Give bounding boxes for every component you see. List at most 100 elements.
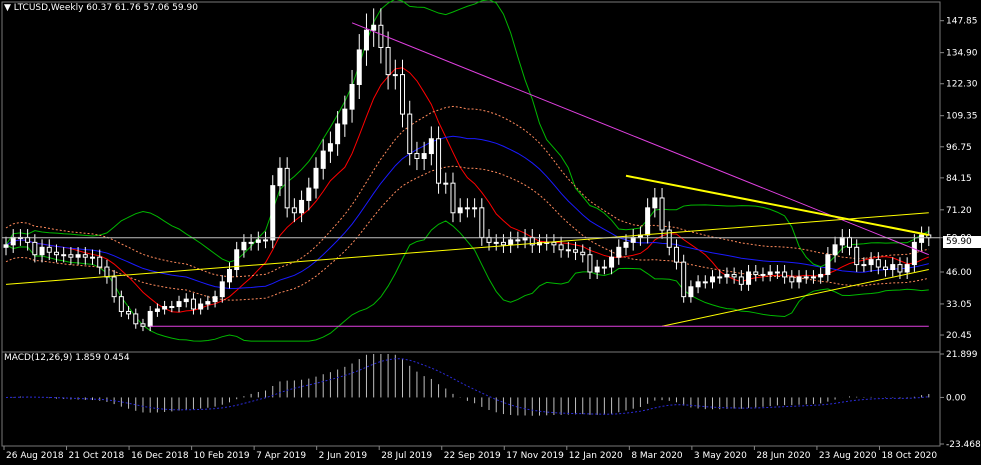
current-price-badge: 59.90: [943, 236, 981, 248]
candle-body: [277, 167, 283, 187]
candle-body: [565, 249, 571, 252]
x-tick-label: 18 Oct 2020: [881, 451, 937, 461]
indicator-overlays: [5, 0, 929, 342]
candle-body: [710, 276, 716, 283]
candle-body: [702, 281, 708, 284]
upper-band: [5, 0, 929, 268]
candle-body: [673, 246, 679, 263]
price-frame: [1, 1, 941, 353]
yellow-trendline-upper: [625, 174, 929, 236]
candle-body: [508, 239, 514, 246]
candle-body: [789, 276, 795, 283]
candle-body: [500, 241, 506, 246]
candle-body: [378, 24, 384, 48]
candle-body: [846, 236, 852, 248]
candle-body: [890, 264, 896, 271]
yellow-long-trendline: [5, 212, 929, 285]
candle-body: [580, 251, 586, 256]
candle-body: [746, 271, 752, 285]
cloud-upper: [5, 105, 929, 278]
candle-body: [414, 153, 420, 159]
candle-body: [75, 254, 81, 258]
candle-body: [154, 308, 160, 312]
candle-body: [472, 207, 478, 210]
price-chart[interactable]: 147.85 134.90 122.30 109.35 96.75 84.15 71.20 5…: [0, 0, 981, 465]
candle-body: [90, 256, 96, 259]
candle-body: [587, 254, 593, 273]
candle-body: [162, 306, 168, 310]
x-tick-label: 7 Apr 2019: [256, 451, 306, 461]
candle-body: [371, 24, 377, 31]
ma-red-line: [5, 67, 929, 313]
candle-body: [428, 138, 434, 155]
candle-body: [753, 271, 759, 275]
x-tick-label: 16 Dec 2018: [131, 451, 189, 461]
candle-body: [284, 167, 290, 209]
x-tick-label: 10 Feb 2019: [194, 451, 250, 461]
macd-y-tick-label: 0.00: [946, 393, 966, 403]
candle-body: [126, 310, 132, 315]
candle-body: [904, 264, 910, 273]
x-tick-label: 21 Oct 2018: [69, 451, 125, 461]
candle-body: [118, 296, 124, 312]
candle-body: [450, 182, 456, 214]
x-tick-label: 2 Jun 2019: [319, 451, 368, 461]
candle-body: [241, 241, 247, 251]
candle-body: [573, 249, 579, 253]
x-tick-label: 28 Jun 2020: [756, 451, 810, 461]
candle-body: [464, 207, 470, 210]
candle-body: [616, 246, 622, 258]
chart-window: ▼ LTCUSD,Weekly 60.37 61.76 57.06 59.90 …: [0, 0, 981, 465]
candle-body: [731, 273, 737, 278]
candle-body: [111, 276, 117, 298]
candle-body: [219, 281, 225, 298]
candle-body: [652, 197, 658, 209]
y-tick-label: 71.20: [946, 206, 972, 216]
candle-body: [3, 244, 9, 248]
candle-body: [436, 138, 442, 184]
candle-body: [919, 234, 925, 243]
candle-body: [883, 266, 889, 271]
candle-body: [392, 74, 398, 77]
macd-header: MACD(12,26,9) 1.859 0.454: [4, 353, 130, 363]
candle-body: [601, 266, 607, 269]
x-tick-label: 12 Jan 2020: [569, 451, 623, 461]
candle-body: [515, 239, 521, 242]
candle-body: [97, 256, 103, 268]
candle-body: [724, 273, 730, 278]
candle-body: [717, 276, 723, 279]
macd-panel: 21.899 0.00 -23.468: [5, 350, 981, 450]
candle-body: [190, 298, 196, 310]
candle-body: [645, 207, 651, 236]
candle-body: [803, 276, 809, 279]
candle-body: [875, 259, 881, 268]
candle-body: [443, 182, 449, 185]
candle-body: [320, 150, 326, 169]
y-tick-label: 122.30: [946, 80, 978, 90]
candle-body: [270, 185, 276, 241]
candle-body: [306, 187, 312, 201]
candle-body: [335, 123, 341, 145]
candle-body: [226, 269, 232, 283]
candle-body: [681, 261, 687, 298]
candle-body: [767, 271, 773, 275]
y-tick-label: 84.15: [946, 174, 972, 184]
candle-body: [782, 271, 788, 278]
candle-body: [327, 143, 333, 152]
candle-body: [147, 310, 153, 327]
candle-body: [255, 239, 261, 243]
candle-body: [385, 46, 391, 76]
candle-body: [558, 244, 564, 251]
candle-body: [594, 266, 600, 273]
y-tick-label: 109.35: [946, 112, 978, 122]
x-tick-label: 22 Sep 2019: [444, 451, 501, 461]
candle-body: [342, 108, 348, 125]
x-tick-label: 26 Aug 2018: [6, 451, 64, 461]
y-tick-label: 147.85: [946, 17, 978, 27]
candle-body: [407, 113, 413, 155]
candle-body: [46, 246, 52, 253]
candle-body: [10, 236, 16, 246]
x-tick-label: 23 Aug 2020: [819, 451, 877, 461]
candle-body: [911, 241, 917, 266]
candle-body: [774, 271, 780, 274]
